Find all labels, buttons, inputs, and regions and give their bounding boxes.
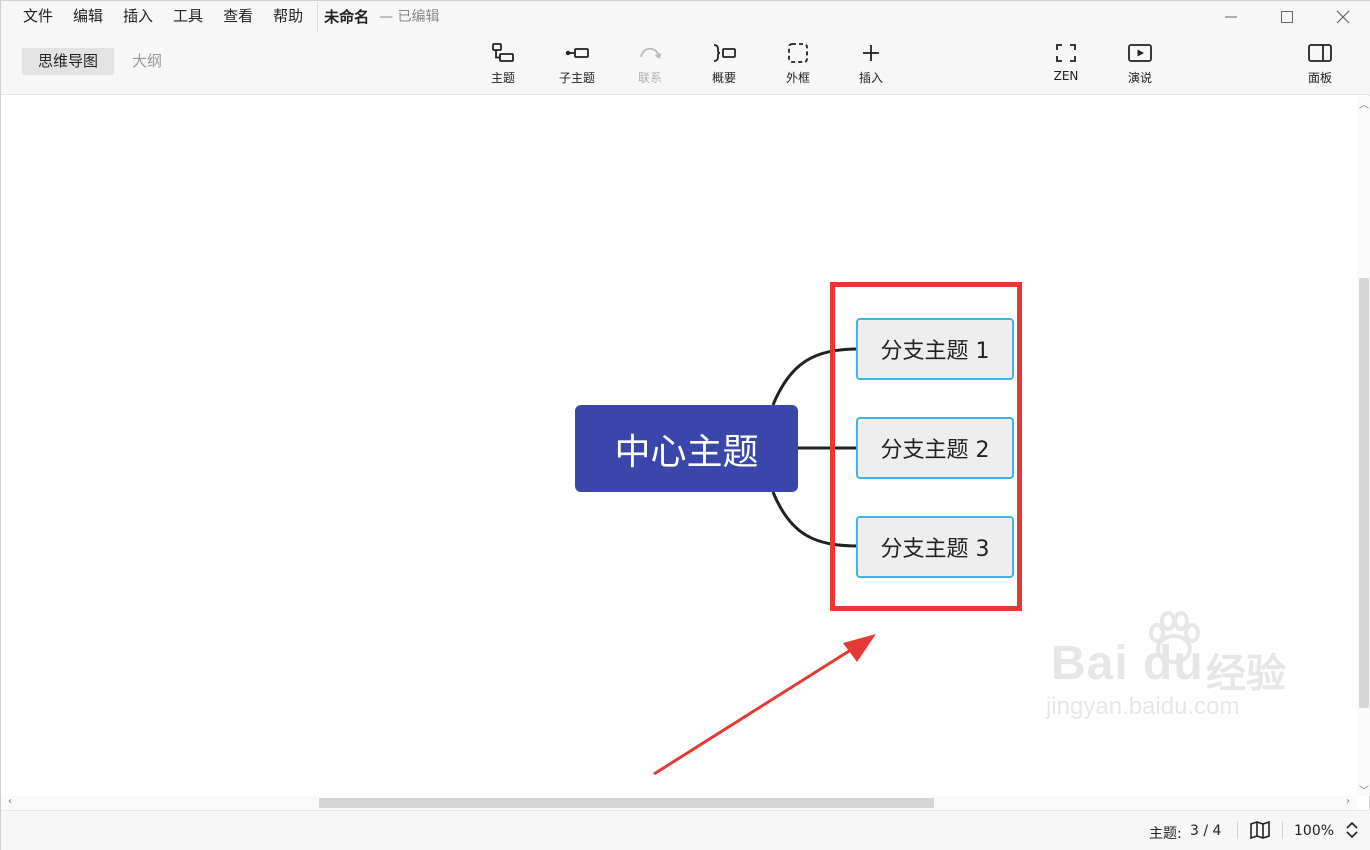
fullscreen-icon [1056, 44, 1076, 62]
present-icon [1128, 44, 1152, 62]
tab-mindmap[interactable]: 思维导图 [22, 48, 115, 75]
summary-icon [713, 44, 736, 62]
connector-branch-3 [771, 491, 860, 548]
insert-button[interactable]: 插入 [839, 39, 903, 91]
watermark-url: jingyan.baidu.com [1046, 693, 1240, 720]
map-overview-icon[interactable] [1250, 821, 1270, 839]
topic-count-label: 主题: [1149, 826, 1182, 842]
close-button[interactable] [1315, 1, 1370, 33]
boundary-label: 外框 [785, 71, 810, 85]
boundary-icon [788, 43, 808, 63]
subtopic-label: 子主题 [558, 71, 595, 85]
relationship-label: 联系 [637, 71, 662, 85]
toolbar: 思维导图 大纲 主题 子主题 联系 概要 外框 插入 ZEN 演说 面板 [1, 33, 1370, 95]
relationship-button[interactable]: 联系 [618, 39, 682, 91]
status-bar: 主题: 3 / 4 100% [1, 810, 1370, 850]
baidu-watermark: Bai du 经验 jingyan.baidu.com [1046, 611, 1306, 731]
boundary-button[interactable]: 外框 [766, 39, 830, 91]
insert-label: 插入 [858, 71, 883, 85]
scroll-left-icon[interactable]: ‹ [3, 796, 17, 807]
annotation-arrow-line [653, 644, 858, 776]
zoom-stepper-icon[interactable] [1345, 820, 1359, 840]
status-divider [1282, 821, 1283, 839]
maximize-button[interactable] [1259, 1, 1315, 33]
menu-view[interactable]: 查看 [213, 1, 263, 33]
subtopic-button[interactable]: 子主题 [545, 39, 609, 91]
subtopic-icon [565, 48, 589, 58]
zen-button[interactable]: ZEN [1034, 39, 1098, 91]
vertical-scrollbar[interactable]: ︿ ﹀ [1357, 96, 1370, 797]
minimize-icon [1225, 16, 1237, 18]
zoom-level: 100% [1294, 823, 1335, 839]
topic-label: 主题 [490, 71, 515, 85]
maximize-icon [1281, 11, 1293, 23]
horizontal-scroll-thumb[interactable] [319, 798, 934, 808]
relationship-icon [640, 47, 662, 59]
menu-help[interactable]: 帮助 [263, 1, 313, 33]
branch-topic-2[interactable]: 分支主题 2 [856, 417, 1014, 479]
present-button[interactable]: 演说 [1108, 39, 1172, 91]
menu-tools[interactable]: 工具 [163, 1, 213, 33]
menu-file[interactable]: 文件 [13, 1, 63, 33]
app-window: 文件 编辑 插入 工具 查看 帮助 未命名 — 已编辑 思维导图 大纲 主题 子… [0, 0, 1370, 850]
status-divider [1237, 821, 1238, 839]
horizontal-scrollbar[interactable]: ‹ › [1, 796, 1357, 810]
present-label: 演说 [1127, 71, 1152, 85]
branch-topic-3[interactable]: 分支主题 3 [856, 516, 1014, 578]
topic-icon [492, 43, 514, 62]
watermark-jingyan: 经验 [1206, 652, 1286, 696]
minimize-button[interactable] [1203, 1, 1259, 33]
tab-outline[interactable]: 大纲 [116, 48, 178, 75]
topic-button[interactable]: 主题 [471, 39, 535, 91]
menu-insert[interactable]: 插入 [113, 1, 163, 33]
summary-button[interactable]: 概要 [692, 39, 756, 91]
document-title: 未命名 [317, 2, 369, 32]
topic-count-value: 3 / 4 [1190, 823, 1222, 839]
scroll-up-icon[interactable]: ︿ [1357, 96, 1370, 111]
menu-bar: 文件 编辑 插入 工具 查看 帮助 未命名 — 已编辑 [1, 1, 1370, 33]
document-status: — 已编辑 [379, 9, 440, 25]
menu-edit[interactable]: 编辑 [63, 1, 113, 33]
scroll-right-icon[interactable]: › [1341, 796, 1355, 807]
summary-label: 概要 [711, 71, 736, 85]
annotation-arrow-head [843, 634, 876, 662]
watermark-brand: Bai du [1051, 637, 1204, 690]
plus-icon [863, 45, 879, 61]
panel-label: 面板 [1307, 71, 1332, 85]
central-topic[interactable]: 中心主题 [575, 405, 798, 492]
scroll-down-icon[interactable]: ﹀ [1357, 782, 1370, 797]
panel-button[interactable]: 面板 [1288, 39, 1352, 91]
panel-icon [1308, 44, 1332, 62]
connector-branch-1 [771, 347, 860, 406]
close-icon [1336, 10, 1350, 24]
zen-label: ZEN [1053, 69, 1079, 83]
vertical-scroll-thumb[interactable] [1359, 278, 1369, 708]
branch-topic-1[interactable]: 分支主题 1 [856, 318, 1014, 380]
